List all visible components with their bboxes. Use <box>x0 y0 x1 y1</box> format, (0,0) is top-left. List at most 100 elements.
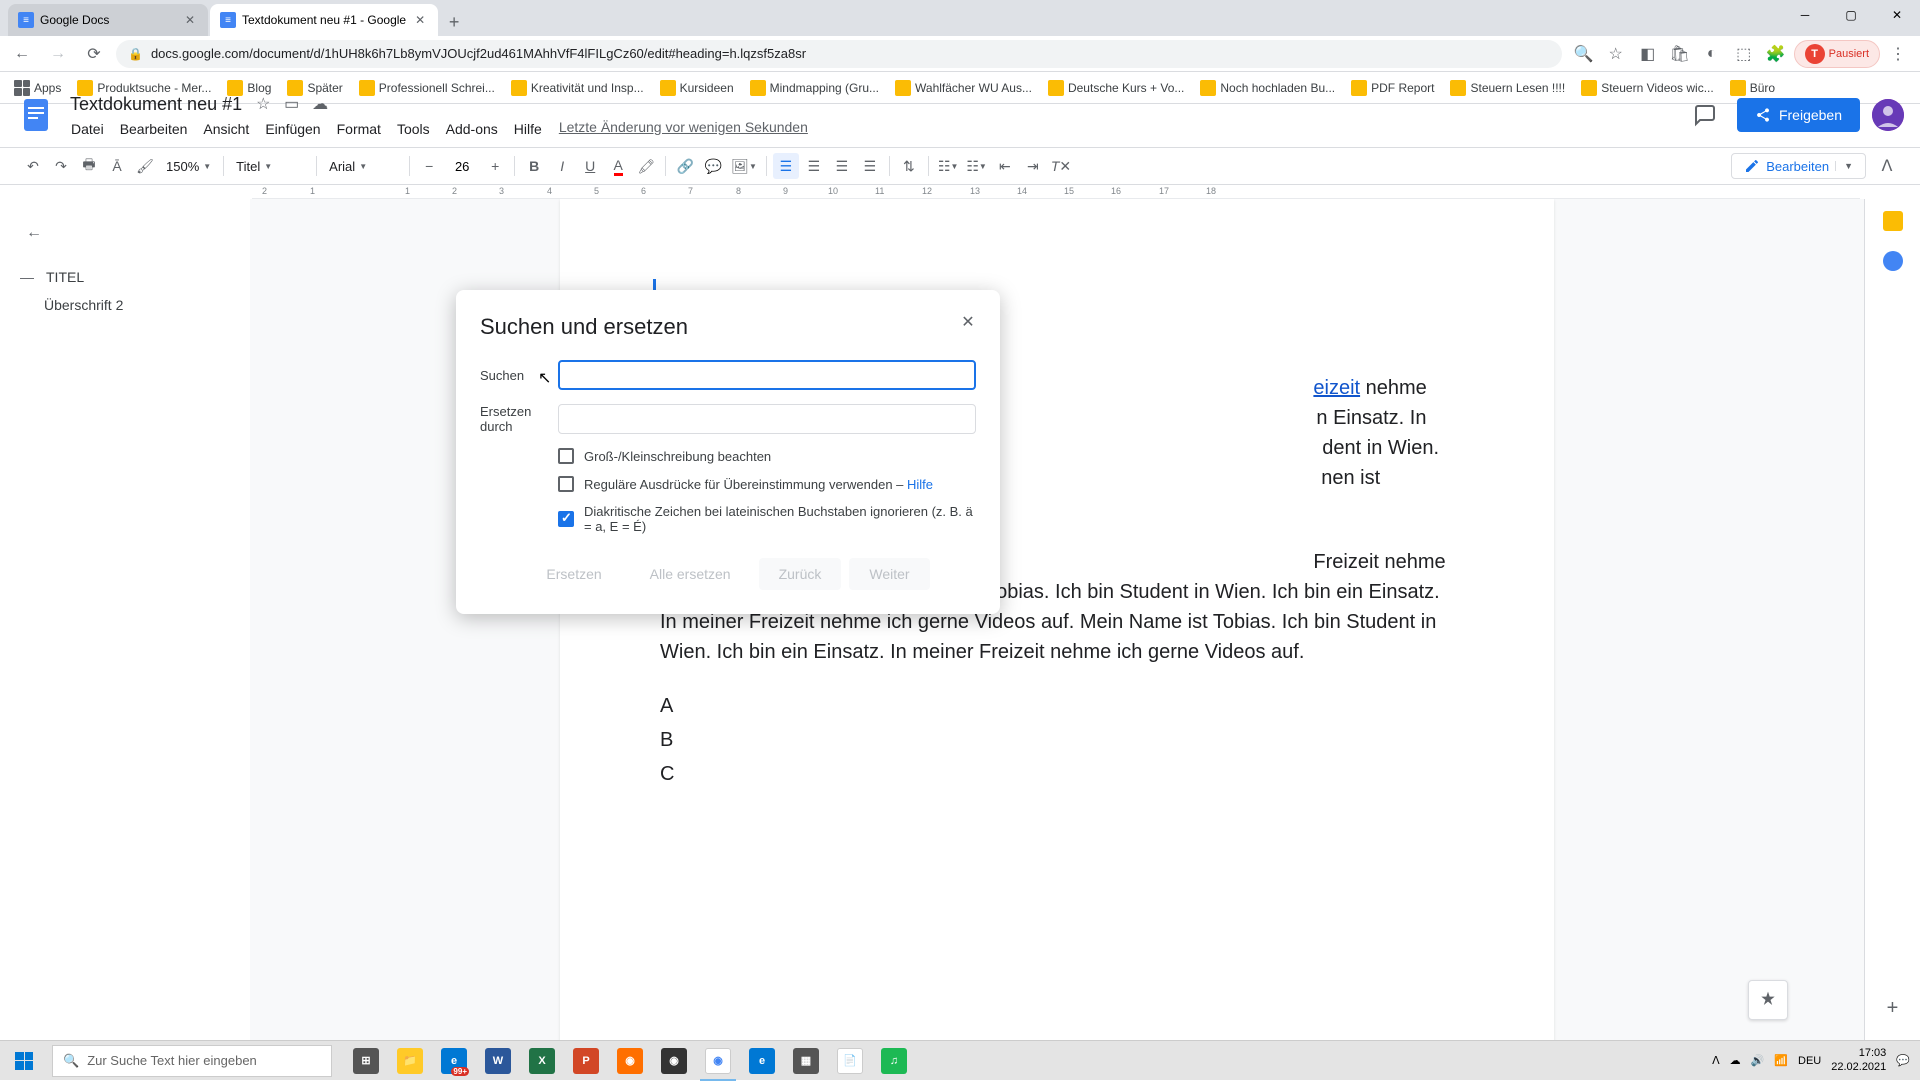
list-item[interactable]: B <box>660 725 1454 755</box>
browser-tab-active[interactable]: ≡ Textdokument neu #1 - Google ✕ <box>210 4 438 36</box>
menu-view[interactable]: Ansicht <box>196 119 256 139</box>
menu-tools[interactable]: Tools <box>390 119 437 139</box>
clock[interactable]: 17:03 22.02.2021 <box>1831 1047 1886 1073</box>
reload-button[interactable]: ⟳ <box>80 40 108 68</box>
obs-icon[interactable]: ◉ <box>652 1041 696 1081</box>
chrome-icon[interactable]: ◉ <box>696 1041 740 1081</box>
extension-icon[interactable]: ⬚ <box>1730 40 1758 68</box>
extension-icon[interactable]: 🛍 <box>1666 40 1694 68</box>
explore-button[interactable] <box>1748 980 1788 1020</box>
edge-icon[interactable]: 99+e <box>432 1041 476 1081</box>
extensions-menu-icon[interactable]: 🧩 <box>1762 40 1790 68</box>
decrease-indent-button[interactable]: ⇤ <box>992 153 1018 179</box>
collapse-toolbar-button[interactable]: ᐱ <box>1874 153 1900 179</box>
highlight-button[interactable]: 🖍 <box>633 153 659 179</box>
image-button[interactable]: 🖼▼ <box>728 153 760 179</box>
taskbar-search[interactable]: 🔍 Zur Suche Text hier eingeben <box>52 1045 332 1077</box>
list-item[interactable]: A <box>660 691 1454 721</box>
outline-item[interactable]: Überschrift 2 <box>16 291 234 319</box>
move-icon[interactable]: ▭ <box>284 94 304 114</box>
font-select[interactable]: Arial▼ <box>323 153 403 179</box>
dialog-close-button[interactable]: ✕ <box>956 310 980 334</box>
save-status[interactable]: Letzte Änderung vor wenigen Sekunden <box>559 119 808 139</box>
wifi-icon[interactable]: 📶 <box>1774 1054 1788 1067</box>
document-title[interactable]: Textdokument neu #1 <box>64 92 248 117</box>
tab-close-icon[interactable]: ✕ <box>412 12 428 28</box>
menu-edit[interactable]: Bearbeiten <box>113 119 195 139</box>
outline-back-button[interactable]: ← <box>16 215 52 251</box>
horizontal-ruler[interactable]: 2 1 1 2 3 4 5 6 7 8 9 10 11 12 13 14 15 … <box>252 185 1860 199</box>
bold-button[interactable]: B <box>521 153 547 179</box>
window-close[interactable]: ✕ <box>1874 0 1920 30</box>
style-select[interactable]: Titel▼ <box>230 153 310 179</box>
regex-checkbox[interactable] <box>558 476 574 492</box>
replace-all-button[interactable]: Alle ersetzen <box>630 558 751 590</box>
notepad-icon[interactable]: 📄 <box>828 1041 872 1081</box>
zoom-select[interactable]: 150%▼ <box>160 153 217 179</box>
diacritics-checkbox[interactable] <box>558 511 574 527</box>
menu-format[interactable]: Format <box>330 119 388 139</box>
extension-icon[interactable]: ◐ <box>1698 40 1726 68</box>
window-minimize[interactable]: ─ <box>1782 0 1828 30</box>
word-icon[interactable]: W <box>476 1041 520 1081</box>
app-icon[interactable]: ◉ <box>608 1041 652 1081</box>
url-input[interactable]: 🔒 docs.google.com/document/d/1hUH8k6h7Lb… <box>116 40 1562 68</box>
edge-new-icon[interactable]: e <box>740 1041 784 1081</box>
next-button[interactable]: Weiter <box>849 558 929 590</box>
bulleted-list-button[interactable]: ☷▼ <box>963 153 989 179</box>
notifications-icon[interactable]: 💬 <box>1896 1054 1910 1067</box>
increase-indent-button[interactable]: ⇥ <box>1020 153 1046 179</box>
chrome-menu-icon[interactable]: ⋮ <box>1884 40 1912 68</box>
file-explorer-icon[interactable]: 📁 <box>388 1041 432 1081</box>
numbered-list-button[interactable]: ☷▼ <box>935 153 961 179</box>
powerpoint-icon[interactable]: P <box>564 1041 608 1081</box>
language-indicator[interactable]: DEU <box>1798 1055 1821 1067</box>
hyperlink[interactable]: eizeit <box>1313 377 1360 399</box>
task-view-button[interactable]: ⊞ <box>344 1041 388 1081</box>
align-center-button[interactable]: ☰ <box>801 153 827 179</box>
extension-icon[interactable]: ◧ <box>1634 40 1662 68</box>
start-button[interactable] <box>0 1041 48 1081</box>
new-tab-button[interactable]: + <box>440 8 468 36</box>
account-avatar[interactable] <box>1872 99 1904 131</box>
menu-file[interactable]: Datei <box>64 119 111 139</box>
print-button[interactable]: 🖶 <box>76 153 102 179</box>
back-button[interactable]: ← <box>8 40 36 68</box>
replace-button[interactable]: Ersetzen <box>526 558 621 590</box>
outline-item[interactable]: TITEL <box>16 263 234 291</box>
menu-addons[interactable]: Add-ons <box>439 119 505 139</box>
undo-button[interactable]: ↶ <box>20 153 46 179</box>
clear-format-button[interactable]: T✕ <box>1048 153 1074 179</box>
docs-logo-icon[interactable] <box>16 95 56 135</box>
font-size-increase[interactable]: + <box>482 153 508 179</box>
menu-insert[interactable]: Einfügen <box>258 119 327 139</box>
prev-button[interactable]: Zurück <box>759 558 842 590</box>
redo-button[interactable]: ↷ <box>48 153 74 179</box>
spellcheck-button[interactable]: Ā <box>104 153 130 179</box>
replace-input[interactable] <box>558 404 976 434</box>
text-color-button[interactable]: A <box>605 153 631 179</box>
add-sidebar-button[interactable]: + <box>1887 997 1899 1020</box>
tab-close-icon[interactable]: ✕ <box>182 12 198 28</box>
spotify-icon[interactable]: ♫ <box>872 1041 916 1081</box>
onedrive-icon[interactable]: ☁ <box>1730 1054 1741 1067</box>
editing-mode-select[interactable]: Bearbeiten ▼ <box>1731 153 1866 179</box>
keep-icon[interactable] <box>1883 211 1903 231</box>
zoom-icon[interactable]: 🔍 <box>1570 40 1598 68</box>
italic-button[interactable]: I <box>549 153 575 179</box>
profile-paused-badge[interactable]: T Pausiert <box>1794 40 1880 68</box>
excel-icon[interactable]: X <box>520 1041 564 1081</box>
font-size-input[interactable] <box>444 159 480 174</box>
browser-tab[interactable]: ≡ Google Docs ✕ <box>8 4 208 36</box>
search-input[interactable] <box>558 360 976 390</box>
comments-icon[interactable] <box>1685 95 1725 135</box>
align-justify-button[interactable]: ☰ <box>857 153 883 179</box>
menu-help[interactable]: Hilfe <box>507 119 549 139</box>
list-item[interactable]: C <box>660 759 1454 789</box>
match-case-checkbox[interactable] <box>558 448 574 464</box>
underline-button[interactable]: U <box>577 153 603 179</box>
comment-button[interactable]: 💬 <box>700 153 726 179</box>
link-button[interactable]: 🔗 <box>672 153 698 179</box>
tasks-icon[interactable] <box>1883 251 1903 271</box>
share-button[interactable]: Freigeben <box>1737 98 1860 132</box>
